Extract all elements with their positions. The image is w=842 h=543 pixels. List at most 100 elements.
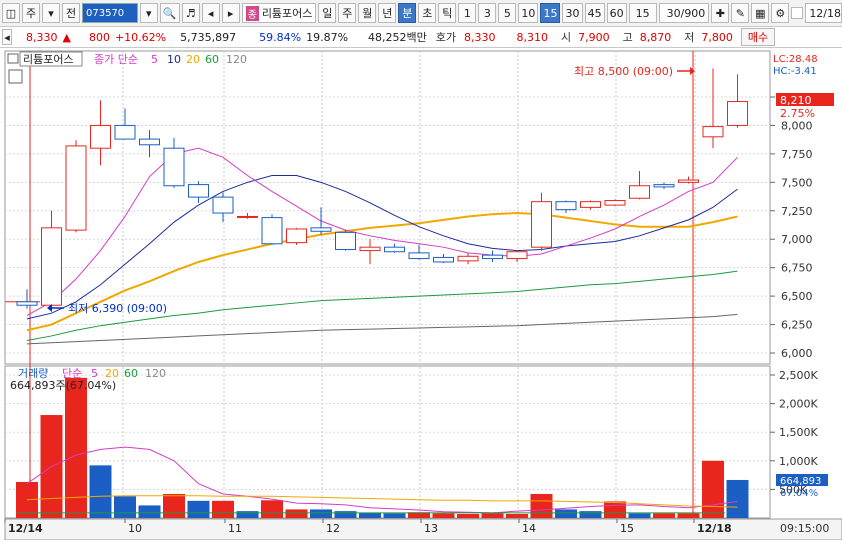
- crosshair-icon[interactable]: ✚: [711, 3, 730, 23]
- candle-body: [629, 185, 650, 199]
- candle-body: [237, 215, 258, 218]
- code-dropdown-icon[interactable]: ▾: [139, 3, 158, 23]
- period-minute[interactable]: 분: [398, 3, 417, 23]
- volume-tick-label: 2,500K: [779, 369, 818, 382]
- period-month[interactable]: 월: [358, 3, 377, 23]
- volume-current-pct: 67.04%: [780, 488, 818, 499]
- volume-bar: [138, 505, 161, 518]
- minute-5[interactable]: 5: [498, 3, 517, 23]
- volume-bar: [457, 513, 479, 518]
- price-panel: [4, 50, 771, 365]
- interval-select[interactable]: 15: [628, 3, 657, 23]
- ma-legend-60: 60: [205, 53, 219, 66]
- volume-tick-label: 1,500K: [779, 426, 818, 439]
- collapse-toggle-icon[interactable]: ◂: [2, 29, 12, 45]
- table-toggle-icon[interactable]: [8, 69, 23, 84]
- candle-body: [457, 255, 479, 262]
- stock-code-input[interactable]: 073570: [82, 3, 138, 23]
- volume-bar: [481, 513, 504, 518]
- stock-name-box[interactable]: 종 리튬포어스: [241, 3, 317, 23]
- candle-body: [482, 254, 503, 260]
- date-field[interactable]: 12/18: [805, 3, 842, 23]
- grid-icon[interactable]: ▦: [751, 3, 770, 23]
- price-tick-label: 8,000: [781, 119, 813, 132]
- candlestick-chart[interactable]: 8,2508,0007,7507,5007,2507,0006,7506,500…: [0, 48, 842, 541]
- period-day[interactable]: 일: [318, 3, 337, 23]
- high-label: 고: [622, 31, 633, 44]
- candle-body: [678, 179, 699, 183]
- turnover-rate: 19.87%: [306, 30, 349, 44]
- type-select[interactable]: 주: [22, 3, 40, 23]
- minute-45[interactable]: 45: [584, 3, 605, 23]
- price-tick-label: 7,500: [781, 176, 813, 189]
- minute-30[interactable]: 30: [562, 3, 583, 23]
- high-price: 8,870: [639, 30, 672, 44]
- ma-legend-120: 120: [226, 53, 247, 66]
- price-tick-label: 6,250: [781, 319, 813, 332]
- minute-1[interactable]: 1: [458, 3, 477, 23]
- chart-type-icon[interactable]: ◫: [2, 3, 20, 23]
- candle-body: [163, 147, 185, 187]
- vol-ma-legend-60: 60: [124, 367, 138, 380]
- lc-value: LC:28.48: [773, 54, 818, 65]
- candle-body: [408, 252, 430, 260]
- chart-area[interactable]: 8,2508,0007,7507,5007,2507,0006,7506,500…: [0, 48, 842, 541]
- candle-body: [188, 184, 209, 198]
- stock-tag-badge: 종: [245, 5, 259, 21]
- minute-3[interactable]: 3: [478, 3, 497, 23]
- data-count-field[interactable]: 30/900: [658, 3, 710, 23]
- buy-button[interactable]: 매수: [740, 28, 776, 46]
- x-axis-label: 12/14: [8, 522, 43, 535]
- high-annotation: 최고 8,500 (09:00): [574, 65, 673, 78]
- volume-bar: [334, 511, 357, 518]
- candle-body: [580, 201, 601, 208]
- volume-tick-label: 2,000K: [779, 398, 818, 411]
- search-icon[interactable]: 🔍: [159, 3, 180, 23]
- volume-bar: [677, 513, 700, 518]
- panel-menu-icon[interactable]: [7, 53, 19, 64]
- stock-name: 리튬포어스: [261, 7, 313, 20]
- speaker-icon[interactable]: ♬: [181, 3, 200, 23]
- period-second[interactable]: 초: [418, 3, 437, 23]
- minute-10[interactable]: 10: [518, 3, 539, 23]
- period-year[interactable]: 년: [378, 3, 397, 23]
- volume-bar: [383, 513, 406, 518]
- candle-body: [261, 217, 283, 245]
- volume-bar: [506, 513, 528, 518]
- price-tick-label: 6,500: [781, 290, 813, 303]
- stock-label: 리튬포어스: [23, 53, 74, 66]
- candle-body: [335, 231, 356, 250]
- quote-bar: ◂ 8,330 ▲ 800 +10.62% 5,735,897 59.84% 1…: [0, 27, 842, 48]
- candle-body: [433, 256, 454, 263]
- prev-stock-icon[interactable]: ◂: [201, 3, 220, 23]
- volume-value: 5,735,897: [180, 30, 237, 44]
- volume-bar: [604, 501, 626, 518]
- candle-body: [604, 200, 626, 206]
- date-checkbox[interactable]: [791, 7, 804, 19]
- next-stock-icon[interactable]: ▸: [221, 3, 240, 23]
- candle-body: [139, 138, 160, 146]
- volume-tick-label: 1,000K: [779, 455, 818, 468]
- volume-panel: [4, 365, 771, 519]
- vol-ma-legend-120: 120: [145, 367, 166, 380]
- volume-bar: [261, 500, 283, 518]
- ma-legend-20: 20: [186, 53, 200, 66]
- draw-tool-icon[interactable]: ✎: [731, 3, 750, 23]
- volume-bar: [212, 500, 234, 518]
- type-dropdown-icon[interactable]: ▾: [42, 3, 60, 23]
- x-axis-label: 13: [424, 522, 438, 535]
- x-axis-label: 15: [620, 522, 634, 535]
- candle-body: [16, 301, 38, 306]
- volume-bar: [285, 509, 308, 518]
- volume-bar: [187, 500, 210, 518]
- x-axis-label: 12/18: [697, 522, 732, 535]
- period-week[interactable]: 주: [338, 3, 357, 23]
- settings-gear-icon[interactable]: ⚙: [771, 3, 790, 23]
- minute-60[interactable]: 60: [606, 3, 627, 23]
- candle-body: [555, 201, 577, 211]
- candle-body: [310, 227, 332, 232]
- prev-button[interactable]: 전: [62, 3, 80, 23]
- period-tick[interactable]: 틱: [438, 3, 457, 23]
- candle-body: [286, 228, 307, 244]
- minute-15[interactable]: 15: [540, 3, 561, 23]
